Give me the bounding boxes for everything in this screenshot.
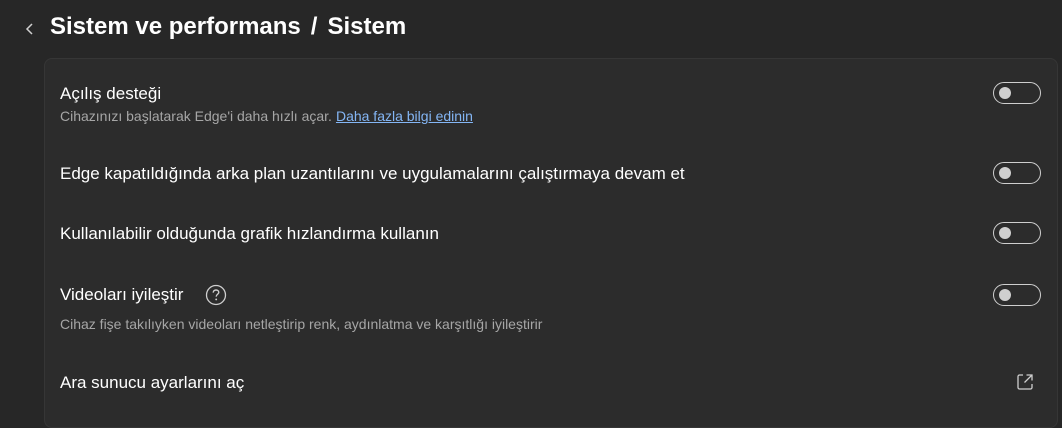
back-button[interactable]	[20, 18, 40, 40]
settings-panel: Açılış desteği Cihazınızı başlatarak Edg…	[44, 58, 1058, 428]
setting-row-proxy[interactable]: Ara sunucu ayarlarını aç	[45, 349, 1057, 409]
toggle-knob	[999, 227, 1011, 239]
chevron-left-icon	[25, 23, 33, 35]
setting-row-video-enhance: Videoları iyileştir Cihaz fişe takılıyke…	[45, 264, 1057, 344]
page-header: Sistem ve performans / Sistem	[0, 0, 1062, 58]
breadcrumb-separator: /	[310, 13, 318, 40]
video-enhance-toggle[interactable]	[993, 284, 1041, 306]
background-apps-title: Edge kapatıldığında arka plan uzantıları…	[60, 164, 685, 183]
toggle-knob	[999, 167, 1011, 179]
setting-row-hardware-acceleration: Kullanılabilir olduğunda grafik hızlandı…	[45, 204, 1057, 264]
startup-boost-toggle[interactable]	[993, 82, 1041, 104]
page-title: Sistem ve performans / Sistem	[50, 13, 406, 41]
video-enhance-description: Cihaz fişe takılıyken videoları netleşti…	[60, 316, 543, 332]
external-link-icon[interactable]	[1015, 372, 1035, 392]
startup-boost-description: Cihazınızı başlatarak Edge'i daha hızlı …	[60, 108, 473, 124]
hardware-accel-toggle[interactable]	[993, 222, 1041, 244]
learn-more-link[interactable]: Daha fazla bilgi edinin	[336, 108, 473, 124]
startup-boost-description-text: Cihazınızı başlatarak Edge'i daha hızlı …	[60, 108, 332, 124]
startup-boost-title: Açılış desteği	[60, 84, 162, 103]
setting-row-background-apps: Edge kapatıldığında arka plan uzantıları…	[45, 144, 1057, 204]
background-apps-toggle[interactable]	[993, 162, 1041, 184]
toggle-knob	[999, 87, 1011, 99]
video-enhance-title: Videoları iyileştir	[60, 285, 184, 304]
proxy-settings-title[interactable]: Ara sunucu ayarlarını aç	[60, 373, 244, 393]
setting-row-startup-boost: Açılış desteği Cihazınızı başlatarak Edg…	[45, 59, 1057, 139]
hardware-accel-title: Kullanılabilir olduğunda grafik hızlandı…	[60, 224, 439, 243]
breadcrumb-section[interactable]: Sistem ve performans	[50, 13, 301, 40]
toggle-knob	[999, 289, 1011, 301]
question-circle-icon[interactable]	[205, 284, 227, 306]
breadcrumb-current: Sistem	[327, 13, 407, 40]
